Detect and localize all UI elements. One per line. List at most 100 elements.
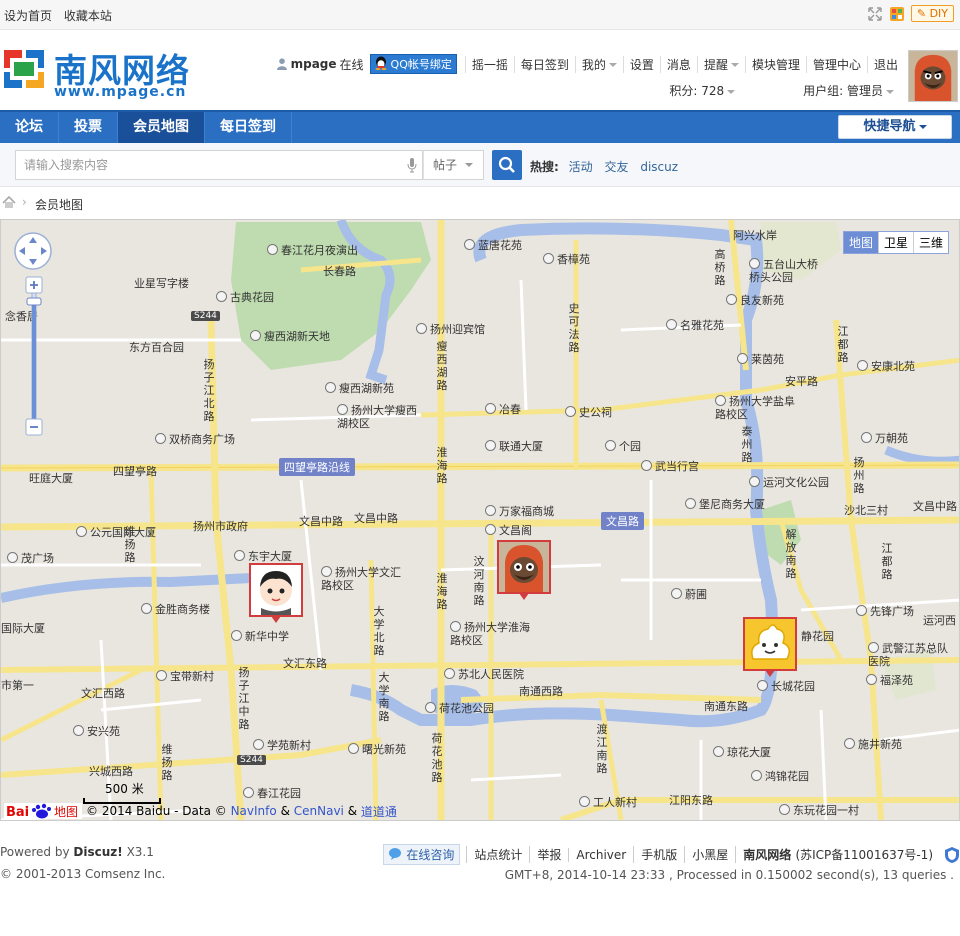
username[interactable]: mpage	[291, 57, 337, 71]
microphone-icon[interactable]	[407, 158, 417, 173]
fullscreen-icon[interactable]	[867, 6, 883, 22]
poi-label[interactable]: 扬州市政府	[193, 518, 248, 534]
member-marker[interactable]	[249, 563, 303, 623]
poi-label[interactable]: 扬州大学文汇路校区	[321, 566, 406, 592]
poi-label[interactable]: 东宇大厦	[234, 548, 292, 564]
hot-keyword[interactable]: 交友	[604, 160, 628, 174]
menu-admin[interactable]: 管理中心	[805, 55, 867, 73]
map-type-map[interactable]: 地图	[843, 232, 878, 253]
poi-label[interactable]: 金胜商务楼	[141, 601, 210, 617]
menu-modules[interactable]: 模块管理	[744, 55, 806, 73]
poi-label[interactable]: 蔚圃	[671, 586, 707, 602]
poi-label[interactable]: 万朝苑	[861, 430, 908, 446]
zoom-control[interactable]	[25, 276, 43, 436]
poi-label[interactable]: 名雅花苑	[666, 317, 724, 333]
site-logo[interactable]: 南风网络 www.mpage.cn	[0, 44, 200, 100]
menu-signin[interactable]: 每日签到	[513, 55, 575, 73]
poi-label[interactable]: 瘦西湖新苑	[325, 380, 394, 396]
poi-label[interactable]: 长城花园	[757, 678, 815, 694]
poi-label[interactable]: 宝带新村	[156, 668, 214, 684]
poi-label[interactable]: 业星写字楼	[134, 275, 189, 291]
poi-label[interactable]: 公元国际大厦	[76, 524, 156, 540]
poi-label[interactable]: 苏北人民医院	[444, 666, 524, 682]
poi-label[interactable]: 静花园	[801, 628, 834, 644]
poi-label[interactable]: 学苑新村	[253, 737, 311, 753]
tab-vote[interactable]: 投票	[59, 112, 118, 143]
points-menu[interactable]: 积分: 728	[635, 82, 736, 99]
copyright-link[interactable]: 道道通	[361, 803, 397, 820]
footer-link[interactable]: 举报	[529, 846, 568, 863]
footer-link[interactable]: Archiver	[568, 847, 633, 862]
poi-label[interactable]: 蓝唐花苑	[464, 237, 522, 253]
search-button[interactable]	[492, 150, 522, 180]
search-type-select[interactable]: 帖子	[423, 150, 484, 180]
tab-daily-signin[interactable]: 每日签到	[205, 112, 292, 143]
poi-label[interactable]: 东方百合园	[129, 339, 184, 355]
avatar[interactable]	[908, 50, 958, 102]
tab-forum[interactable]: 论坛	[0, 112, 59, 143]
poi-label[interactable]: 扬州大学淮海路校区	[450, 621, 540, 647]
poi-label[interactable]: 文昌阁	[485, 522, 532, 538]
poi-label[interactable]: 沙北三村	[844, 502, 888, 518]
hot-keyword[interactable]: 活动	[569, 160, 593, 174]
menu-shake[interactable]: 摇一摇	[464, 55, 514, 73]
quick-nav-button[interactable]: 快捷导航	[838, 115, 952, 139]
poi-label[interactable]: 新华中学	[231, 628, 289, 644]
menu-settings[interactable]: 设置	[622, 55, 660, 73]
diy-button[interactable]: ✎ DIY	[910, 5, 954, 22]
footer-link[interactable]: 小黑屋	[684, 846, 735, 863]
poi-label[interactable]: 安康北苑	[857, 358, 915, 374]
poi-label[interactable]: 古典花园	[216, 289, 274, 305]
set-home-link[interactable]: 设为首页	[4, 9, 52, 23]
poi-label[interactable]: 运河文化公园	[749, 474, 829, 490]
poi-label[interactable]: 个园	[605, 438, 641, 454]
poi-label[interactable]: 双桥商务广场	[155, 431, 235, 447]
member-map[interactable]: 四望亭路沿线 文昌路 S244 S244 长春路 四望亭路 文昌中路 文昌中路 …	[0, 219, 960, 821]
menu-reminders[interactable]: 提醒	[696, 55, 745, 73]
poi-label[interactable]: 鸿锦花园	[751, 768, 809, 784]
usergroup-menu[interactable]: 用户组: 管理员	[769, 82, 894, 99]
poi-label[interactable]: 扬州大学盐阜路校区	[715, 395, 805, 421]
poi-label[interactable]: 曙光新苑	[348, 741, 406, 757]
poi-label[interactable]: 武警江苏总队医院	[868, 642, 948, 668]
icp-number[interactable]: (苏ICP备11001637号-1)	[795, 848, 933, 862]
poi-label[interactable]: 良友新苑	[726, 292, 784, 308]
copyright-link[interactable]: NavInfo	[231, 804, 277, 818]
pan-control-icon[interactable]	[13, 231, 53, 271]
poi-label[interactable]: 联通大厦	[485, 438, 543, 454]
powered-brand[interactable]: Discuz!	[73, 845, 122, 859]
menu-messages[interactable]: 消息	[659, 55, 697, 73]
poi-label[interactable]: 荷花池公园	[425, 700, 494, 716]
poi-label[interactable]: 五台山大桥桥头公园	[749, 258, 821, 284]
member-marker[interactable]	[743, 617, 797, 677]
poi-label[interactable]: 史公祠	[565, 404, 612, 420]
poi-label[interactable]: 市第一	[1, 677, 34, 693]
baidu-logo-icon[interactable]: Bai 地图	[4, 802, 82, 820]
poi-label[interactable]: 武当行宫	[641, 458, 699, 474]
poi-label[interactable]: 扬州迎宾馆	[416, 321, 485, 337]
poi-label[interactable]: 堡尼商务大厦	[685, 496, 765, 512]
poi-label[interactable]: 春江花月夜演出	[267, 242, 358, 258]
map-type-3d[interactable]: 三维	[912, 232, 948, 253]
skin-icon[interactable]	[889, 6, 905, 22]
poi-label[interactable]: 扬州大学瘦西湖校区	[337, 404, 427, 430]
poi-label[interactable]: 冶春	[485, 401, 521, 417]
bookmark-link[interactable]: 收藏本站	[64, 9, 112, 23]
member-marker[interactable]	[497, 540, 551, 600]
poi-label[interactable]: 香樟苑	[543, 251, 590, 267]
poi-label[interactable]: 安兴苑	[73, 723, 120, 739]
poi-label[interactable]: 阿兴水岸	[733, 227, 777, 243]
poi-label[interactable]: 福泽苑	[866, 672, 913, 688]
poi-label[interactable]: 旺庭大厦	[29, 470, 73, 486]
poi-label[interactable]: 瘦西湖新天地	[250, 328, 330, 344]
poi-label[interactable]: 东玩花园一村	[779, 802, 859, 818]
poi-label[interactable]: 莱茵苑	[737, 351, 784, 367]
home-icon[interactable]	[2, 196, 16, 209]
menu-logout[interactable]: 退出	[866, 55, 904, 73]
poi-label[interactable]: 春江花园	[243, 785, 301, 801]
menu-mine[interactable]: 我的	[574, 55, 623, 73]
security-shield-icon[interactable]	[944, 846, 960, 864]
site-name-label[interactable]: 南风网络	[743, 848, 791, 862]
poi-label[interactable]: 万家福商城	[485, 503, 554, 519]
qq-bind-button[interactable]: QQ帐号绑定	[369, 54, 457, 74]
